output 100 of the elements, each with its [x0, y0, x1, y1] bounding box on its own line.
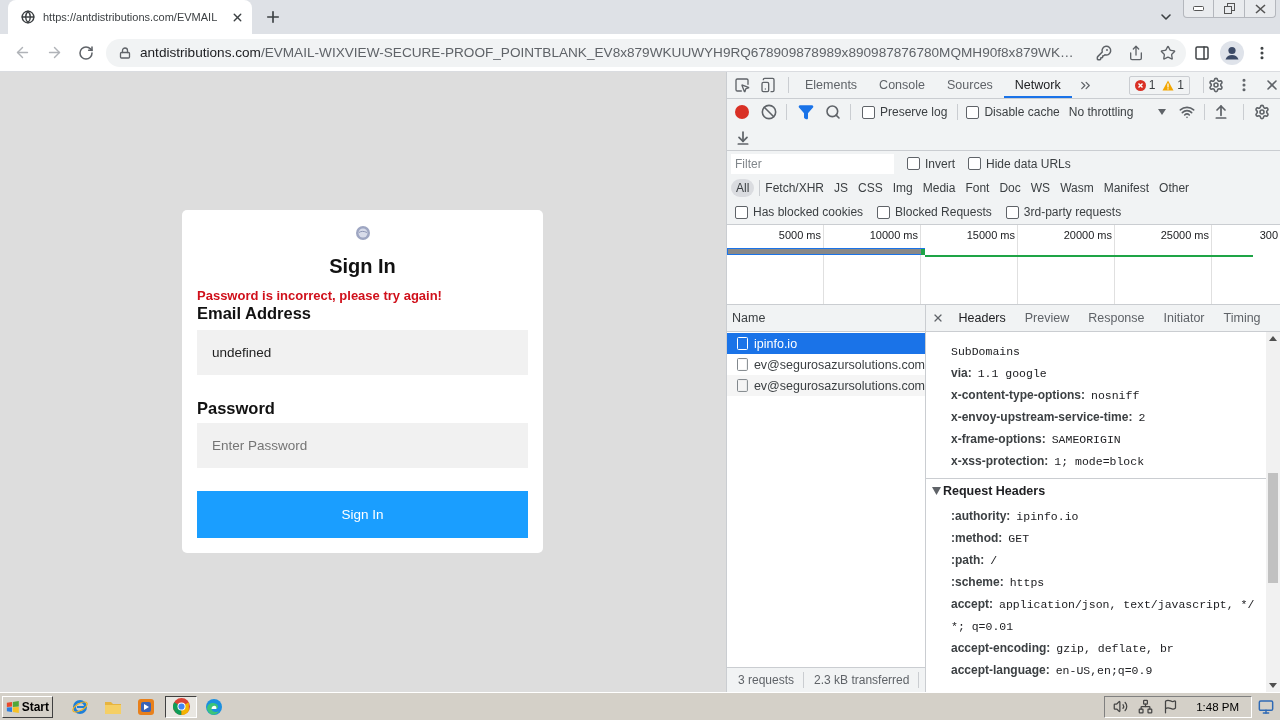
option-label: Preserve log	[880, 105, 948, 119]
caret-icon	[1157, 109, 1166, 115]
settings-icon[interactable]	[1208, 77, 1224, 93]
media-player-icon[interactable]	[138, 698, 154, 715]
key-icon[interactable]	[1096, 44, 1112, 61]
type-filter-button[interactable]: CSS	[853, 179, 888, 197]
option-label: Hide data URLs	[986, 156, 1071, 171]
header-name: via:	[951, 366, 972, 380]
checkbox[interactable]	[968, 157, 981, 170]
globe-icon	[355, 226, 370, 240]
inspect-icon[interactable]	[734, 77, 750, 93]
close-window-button[interactable]	[1245, 0, 1276, 18]
filter-icon[interactable]	[798, 104, 814, 120]
type-filter-button[interactable]: Media	[917, 179, 961, 197]
type-filter-button[interactable]: JS	[829, 179, 854, 197]
option-label: 3rd-party requests	[1023, 205, 1122, 219]
down-arrow-icon[interactable]	[1269, 683, 1277, 688]
close-icon	[1254, 3, 1266, 14]
browser-tab[interactable]: https://antdistributions.com/EVMAIL	[8, 0, 252, 34]
email-field[interactable]: undefined	[197, 330, 528, 375]
avatar-icon[interactable]	[1220, 40, 1244, 65]
tick-label: 25000 ms	[1160, 229, 1209, 241]
record-icon[interactable]	[735, 105, 749, 119]
type-filter-button[interactable]: Img	[887, 179, 918, 197]
minimize-button[interactable]	[1183, 0, 1214, 18]
taskbar-button[interactable]	[165, 695, 197, 718]
header-name: accept-language:	[951, 663, 1050, 677]
header-value: en-US,en;q=0.9	[1055, 663, 1153, 677]
detail-tab[interactable]: Timing	[1214, 305, 1271, 331]
type-filter-button[interactable]: All	[731, 179, 755, 197]
close-icon[interactable]	[932, 312, 944, 324]
scrollbar-thumb[interactable]	[1268, 473, 1278, 583]
settings-icon[interactable]	[1253, 104, 1270, 120]
header-value: gzip, deflate, br	[1056, 641, 1174, 655]
restore-button[interactable]	[1214, 0, 1245, 18]
windows-flag-icon	[6, 699, 20, 714]
detail-tab[interactable]: Initiator	[1154, 305, 1214, 331]
share-icon[interactable]	[1128, 44, 1144, 61]
detail-tab[interactable]: Response	[1078, 305, 1154, 331]
checkbox[interactable]	[735, 205, 748, 219]
detail-tab[interactable]: Preview	[1015, 305, 1079, 331]
globe-icon	[21, 10, 35, 24]
star-icon[interactable]	[1160, 44, 1176, 61]
monitor-icon[interactable]	[1258, 698, 1274, 715]
field-label: Password	[197, 399, 276, 417]
type-filter-button[interactable]: Other	[1154, 179, 1195, 197]
header-value: ipinfo.io	[1016, 509, 1079, 523]
panel-tab[interactable]: Elements	[794, 72, 869, 98]
checkbox[interactable]	[907, 157, 920, 170]
wifi-icon[interactable]	[1178, 104, 1195, 120]
type-filter-button[interactable]: Doc	[994, 179, 1026, 197]
search-icon[interactable]	[825, 104, 841, 120]
edge-icon[interactable]	[206, 698, 222, 715]
checkbox[interactable]	[1005, 205, 1019, 219]
panel-tab[interactable]: Sources	[936, 72, 1004, 98]
type-filter-button[interactable]: Font	[960, 179, 995, 197]
checkbox[interactable]	[862, 105, 875, 119]
throttling-select[interactable]: No throttling	[1068, 105, 1166, 119]
ban-icon[interactable]	[761, 104, 777, 120]
panel-tab[interactable]: Console	[868, 72, 936, 98]
field-label: Email Address	[197, 304, 313, 322]
detail-tab[interactable]: Headers	[949, 305, 1016, 331]
side-panel-icon[interactable]	[1194, 44, 1210, 61]
header-value: SubDomains	[951, 344, 1020, 358]
scrollbar[interactable]	[1266, 332, 1280, 692]
address-bar[interactable]: antdistributions.com/EVMAIL-WIXVIEW-SECURE-PROOF_POINTBLANK_EV8x879WKUUWYH9RQ678909878989x890987876780MQMH90f8x879WK…	[106, 38, 1186, 67]
volume-icon[interactable]	[1113, 699, 1129, 714]
network-icon[interactable]	[1138, 699, 1154, 714]
request-row[interactable]: ipinfo.io	[727, 333, 925, 354]
type-filter-button[interactable]: Manifest	[1098, 179, 1155, 197]
section-toggle[interactable]: Request Headers	[926, 480, 1266, 502]
header-value: 1.1 google	[977, 366, 1047, 380]
issues-badge[interactable]: 1 1	[1128, 75, 1190, 95]
restore-icon	[1223, 3, 1235, 14]
header-value: SAMEORIGIN	[1051, 432, 1121, 446]
type-filter-button[interactable]: Wasm	[1055, 179, 1099, 197]
filter-field[interactable]: Filter	[731, 153, 894, 174]
clock: 1:48 PM	[1196, 700, 1239, 713]
checkbox[interactable]	[966, 105, 980, 119]
type-filter-button[interactable]: Fetch/XHR	[760, 179, 830, 197]
document-icon	[737, 358, 748, 371]
reload-icon[interactable]	[78, 44, 94, 61]
password-field[interactable]: Enter Password	[197, 423, 528, 468]
request-row[interactable]: ev@segurosazursolutions.com	[727, 375, 925, 396]
flag-icon[interactable]	[1163, 699, 1179, 714]
start-button[interactable]: Start	[2, 695, 53, 718]
header-name: x-content-type-options:	[951, 388, 1085, 402]
header-value: GET	[1008, 531, 1030, 545]
devices-icon[interactable]	[760, 77, 776, 93]
sign-in-title: Sign In	[328, 254, 397, 278]
header-name: :authority:	[951, 509, 1011, 523]
tick-label: 300	[1259, 229, 1278, 241]
close-icon[interactable]	[1264, 77, 1280, 93]
up-arrow-icon[interactable]	[1269, 336, 1277, 341]
download-icon[interactable]	[735, 129, 751, 146]
new-tab-icon[interactable]	[264, 8, 282, 26]
type-filter-button[interactable]: WS	[1025, 179, 1056, 197]
option-label: Blocked Requests	[895, 205, 992, 219]
checkbox[interactable]	[877, 205, 891, 219]
internet-explorer-icon[interactable]	[72, 698, 88, 715]
